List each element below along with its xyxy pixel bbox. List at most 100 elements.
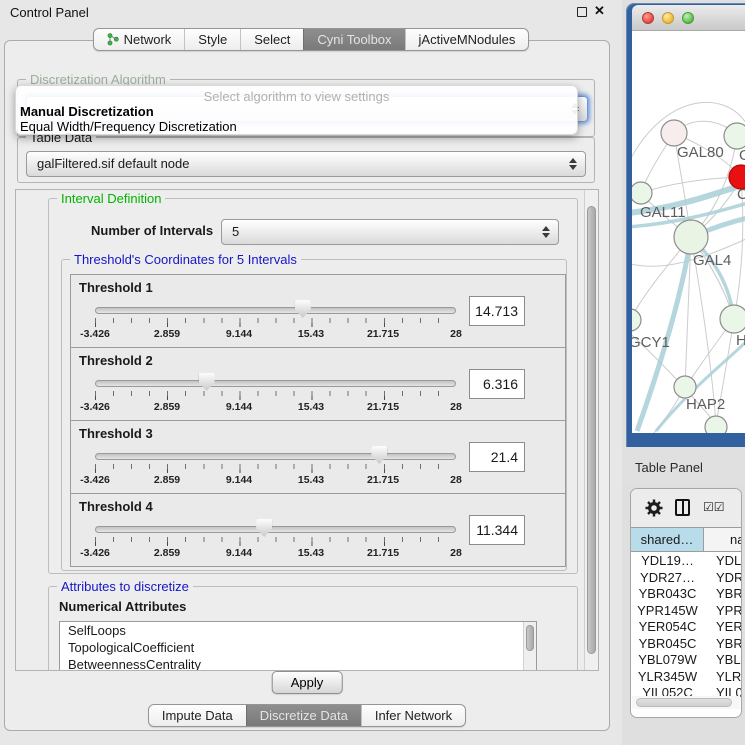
- zoom-traffic-light-icon[interactable]: [682, 12, 694, 24]
- node-hap2: [674, 376, 696, 398]
- node-label-gal11: GAL11: [640, 204, 686, 221]
- algorithm-dropdown-popup: Select algorithm to view settings Manual…: [15, 85, 578, 135]
- apply-button[interactable]: Apply: [272, 671, 343, 694]
- threshold-value-field[interactable]: 14.713: [469, 296, 525, 326]
- gear-icon[interactable]: [645, 499, 663, 517]
- threshold-slider-thumb[interactable]: [199, 373, 215, 391]
- tick-label: 15.43: [298, 547, 324, 559]
- interval-definition-group: Interval Definition Number of Intervals …: [48, 198, 578, 574]
- table-horizontal-scrollbar[interactable]: [632, 696, 740, 709]
- threshold-slider-thumb[interactable]: [256, 519, 272, 537]
- tick-label: 9.144: [226, 401, 252, 413]
- select-checkboxes-icon[interactable]: ☑☑: [703, 500, 725, 514]
- list-scrollbar[interactable]: [523, 622, 536, 671]
- tick-label: 28: [450, 547, 462, 559]
- columns-icon[interactable]: [675, 499, 690, 516]
- tab-discretize-data[interactable]: Discretize Data: [246, 705, 361, 726]
- thresholds-group: Threshold's Coordinates for 5 Intervals …: [61, 259, 567, 571]
- tab-infer-network[interactable]: Infer Network: [361, 705, 465, 726]
- node-bottom: [705, 416, 727, 433]
- dropdown-item-manual[interactable]: Manual Discretization: [20, 104, 154, 119]
- table-row[interactable]: YDR27… YDR2: [631, 570, 741, 587]
- threshold-value-field[interactable]: 6.316: [469, 369, 525, 399]
- table-row[interactable]: YPR145W YPR1: [631, 603, 741, 620]
- table-row[interactable]: YBR045C YBR0: [631, 636, 741, 653]
- threshold-slider-thumb[interactable]: [295, 300, 311, 318]
- table-row[interactable]: YLR345W YLR3: [631, 669, 741, 686]
- tick-label: 2.859: [154, 474, 180, 486]
- network-canvas[interactable]: GAL80 GA C GAL11 GAL4 GCY1 H HAP2: [632, 31, 745, 433]
- cyni-toolbox-panel: Discretization Algorithm Select algorith…: [4, 40, 610, 731]
- tick-label: 21.715: [367, 474, 399, 486]
- close-traffic-light-icon[interactable]: [642, 12, 654, 24]
- node-label-gal80: GAL80: [677, 144, 724, 161]
- threshold-label: Threshold 4: [79, 499, 153, 514]
- table-data-combobox[interactable]: galFiltered.sif default node: [26, 151, 586, 177]
- node-label-gal4: GAL4: [693, 252, 731, 269]
- combo-arrows-icon: [569, 158, 577, 170]
- tick-label: 21.715: [367, 547, 399, 559]
- tick-label: 28: [450, 401, 462, 413]
- tick-label: -3.426: [80, 328, 110, 340]
- table-row[interactable]: YBR043C YBR0: [631, 586, 741, 603]
- threshold-slider-track[interactable]: [95, 453, 456, 460]
- tick-label: 28: [450, 474, 462, 486]
- node-label-partial-h: H: [736, 332, 745, 349]
- tick-label: 21.715: [367, 401, 399, 413]
- float-window-icon[interactable]: [577, 7, 587, 17]
- dropdown-item-equal-width[interactable]: Equal Width/Frequency Discretization: [20, 119, 237, 134]
- column-header-name[interactable]: na: [704, 528, 741, 551]
- number-of-intervals-combobox[interactable]: 5: [221, 219, 559, 245]
- node-label-hap2: HAP2: [686, 396, 725, 413]
- threshold-label: Threshold 2: [79, 353, 153, 368]
- close-icon[interactable]: ✕: [594, 3, 605, 19]
- network-icon: [107, 33, 119, 46]
- tick-label: 9.144: [226, 328, 252, 340]
- tab-cyni-toolbox[interactable]: Cyni Toolbox: [303, 29, 404, 50]
- threshold-slider-thumb[interactable]: [371, 446, 387, 464]
- tab-jactivemnodules[interactable]: jActiveMNodules: [405, 29, 529, 50]
- node-gal11: [632, 182, 652, 204]
- list-item[interactable]: TopologicalCoefficient: [60, 639, 536, 656]
- table-rows: YDL19… YDL1 YDR27… YDR2 YBR043C YBR0 YPR…: [631, 553, 741, 702]
- network-view-window: GAL80 GA C GAL11 GAL4 GCY1 H HAP2: [626, 3, 745, 447]
- settings-vertical-scrollbar[interactable]: [584, 190, 598, 670]
- slider-tick-marks: [95, 464, 456, 474]
- tab-select[interactable]: Select: [240, 29, 303, 50]
- table-row[interactable]: YER054C YER0: [631, 619, 741, 636]
- column-header-shared-name[interactable]: shared…: [631, 528, 704, 551]
- tab-network[interactable]: Network: [94, 29, 185, 50]
- list-item[interactable]: BetweennessCentrality: [60, 656, 536, 671]
- node-gal80: [661, 120, 687, 146]
- threshold-panel: Threshold 4 -3.426 2.859 9.144 15.43 21.…: [70, 493, 566, 567]
- list-item[interactable]: SelfLoops: [60, 622, 536, 639]
- tick-label: -3.426: [80, 474, 110, 486]
- threshold-slider-track[interactable]: [95, 526, 456, 533]
- tab-impute-data[interactable]: Impute Data: [149, 705, 246, 726]
- threshold-slider-track[interactable]: [95, 307, 456, 314]
- threshold-label: Threshold 3: [79, 426, 153, 441]
- table-panel-title: Table Panel: [635, 460, 703, 475]
- threshold-value-field[interactable]: 11.344: [469, 515, 525, 545]
- interval-definition-label: Interval Definition: [57, 191, 165, 206]
- tab-style[interactable]: Style: [184, 29, 240, 50]
- threshold-panel: Threshold 2 -3.426 2.859 9.144 15.43 21.…: [70, 347, 566, 421]
- slider-tick-marks: [95, 391, 456, 401]
- tick-label: 15.43: [298, 328, 324, 340]
- table-row[interactable]: YDL19… YDL1: [631, 553, 741, 570]
- slider-tick-marks: [95, 537, 456, 547]
- tick-label: 9.144: [226, 547, 252, 559]
- tick-label: -3.426: [80, 401, 110, 413]
- panel-title: Control Panel: [10, 5, 89, 20]
- dropdown-placeholder-item[interactable]: Select algorithm to view settings: [16, 89, 577, 104]
- network-window-titlebar[interactable]: [632, 5, 745, 31]
- settings-scroll-area: Interval Definition Number of Intervals …: [15, 189, 599, 671]
- table-header-row: shared… na: [631, 527, 741, 552]
- minimize-traffic-light-icon[interactable]: [662, 12, 674, 24]
- threshold-slider-track[interactable]: [95, 380, 456, 387]
- table-row[interactable]: YBL079W YBL0: [631, 652, 741, 669]
- table-data-group: Table Data galFiltered.sif default node: [17, 137, 595, 183]
- control-panel: Control Panel ✕ Discretization Algorithm…: [0, 0, 622, 745]
- threshold-value-field[interactable]: 21.4: [469, 442, 525, 472]
- node-right-h: [720, 305, 745, 333]
